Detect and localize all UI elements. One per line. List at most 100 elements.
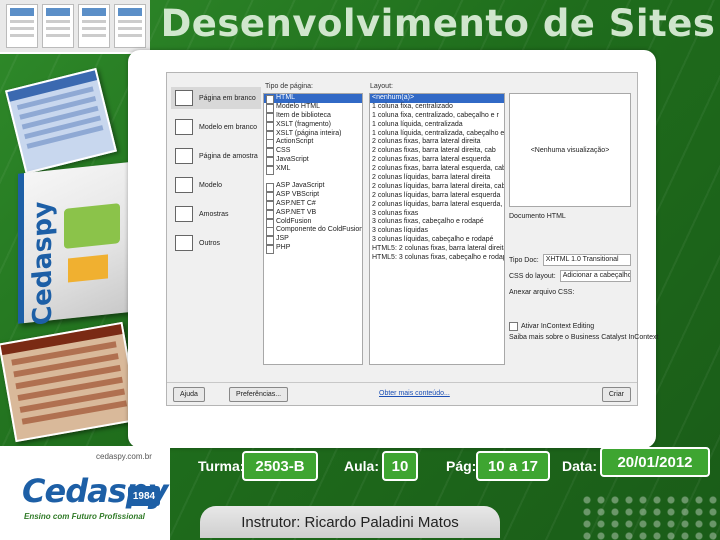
list-item[interactable]: 2 colunas líquidas, barra lateral direit… — [370, 174, 504, 183]
help-button[interactable]: Ajuda — [173, 387, 205, 402]
category-blank-template[interactable]: Modelo em branco — [171, 116, 261, 138]
category-blank-page[interactable]: Página em branco — [171, 87, 261, 109]
thumbnail — [114, 4, 146, 48]
list-item[interactable]: 2 colunas líquidas, barra lateral direit… — [370, 183, 504, 192]
aula-field: 10 — [382, 451, 418, 481]
attach-css-row: Anexar arquivo CSS: — [509, 286, 631, 298]
list-item[interactable]: HTML5: 2 colunas fixas, barra lateral di… — [370, 245, 504, 254]
list-item[interactable]: 3 colunas fixas — [370, 210, 504, 219]
box-illustration — [68, 254, 108, 283]
data-field: 20/01/2012 — [600, 447, 710, 477]
css-layout-row: CSS do layout: Adicionar a cabeçalho — [509, 270, 631, 282]
list-item[interactable]: 3 colunas líquidas, cabeçalho e rodapé — [370, 236, 504, 245]
list-item[interactable]: ASP JavaScript — [264, 182, 362, 192]
document-description: Documento HTML — [509, 213, 566, 220]
website-screenshot-image — [4, 67, 118, 175]
list-item[interactable]: 3 colunas líquidas — [370, 227, 504, 236]
incontext-checkbox[interactable] — [509, 321, 518, 331]
list-item[interactable]: 1 coluna fixa, centralizado — [370, 103, 504, 112]
list-item[interactable]: Componente do ColdFusion — [264, 226, 362, 237]
list-item[interactable]: ActionScript — [264, 138, 362, 149]
list-item[interactable]: CSS — [264, 147, 362, 158]
business-catalyst-link[interactable]: Saiba mais sobre o Business Catalyst InC… — [509, 334, 658, 341]
list-item[interactable]: Item de biblioteca — [264, 112, 362, 122]
list-item[interactable]: 1 coluna líquida, centralizada — [370, 121, 504, 130]
list-item[interactable]: 2 colunas fixas, barra lateral esquerda — [370, 156, 504, 165]
doctype-select[interactable]: XHTML 1.0 Transitional — [542, 254, 631, 266]
category-label: Página em branco — [199, 94, 256, 102]
list-item[interactable]: JSP — [264, 235, 362, 246]
list-item[interactable]: XSLT (página inteira) — [264, 130, 362, 140]
category-template[interactable]: Modelo — [171, 174, 261, 196]
cedaspy-logo: cedaspy.com.br Cedaspy 1984 Ensino com F… — [0, 446, 170, 540]
dialog-footer: Ajuda Preferências... Obter mais conteúd… — [167, 382, 637, 405]
samples-icon — [175, 206, 193, 222]
list-item[interactable]: ASP VBScript — [264, 191, 362, 201]
list-item[interactable]: HTML5: 3 colunas fixas, cabeçalho e roda… — [370, 254, 504, 263]
thumbnail — [42, 4, 74, 48]
css-layout-select[interactable]: Adicionar a cabeçalho — [559, 270, 631, 282]
box-spine-logo: Cedaspy — [28, 199, 58, 327]
list-spacer — [264, 174, 362, 182]
list-item[interactable]: JavaScript — [264, 156, 362, 167]
list-item[interactable]: 2 colunas líquidas, barra lateral esquer… — [370, 192, 504, 201]
pag-field: 10 a 17 — [476, 451, 550, 481]
list-item[interactable]: HTML — [264, 94, 362, 104]
box-illustration — [64, 203, 120, 249]
list-item[interactable]: XSLT (fragmento) — [264, 121, 362, 131]
category-samples[interactable]: Amostras — [171, 203, 261, 225]
category-sample-page[interactable]: Página de amostra — [171, 145, 261, 167]
list-item[interactable]: Modelo HTML — [264, 103, 362, 113]
css-layout-label: CSS do layout: — [509, 272, 556, 280]
list-item[interactable]: 2 colunas líquidas, barra lateral esquer… — [370, 201, 504, 210]
incontext-label: Ativar InContext Editing — [521, 322, 595, 330]
website-screenshot-image — [0, 321, 140, 443]
slide-title: Desenvolvimento de Sites — [160, 2, 716, 45]
category-list: Página em branco Modelo em branco Página… — [171, 87, 261, 261]
more-content-link[interactable]: Obter mais conteúdo... — [379, 390, 450, 397]
preferences-button[interactable]: Preferências... — [229, 387, 289, 402]
list-item[interactable]: PHP — [264, 244, 362, 255]
list-item[interactable]: ColdFusion — [264, 218, 362, 228]
preview-text: <Nenhuma visualização> — [530, 146, 610, 154]
layout-list[interactable]: <nenhum(a)> 1 coluna fixa, centralizado … — [369, 93, 505, 365]
page-type-header: Tipo de página: — [265, 83, 313, 90]
attach-css-label: Anexar arquivo CSS: — [509, 288, 575, 296]
logo-site: cedaspy.com.br — [96, 452, 152, 461]
category-label: Outros — [199, 239, 221, 247]
other-icon — [175, 235, 193, 251]
preview-panel: <Nenhuma visualização> Documento HTML Ti… — [509, 93, 658, 343]
thumbnail-strip — [0, 0, 150, 54]
list-item[interactable]: 1 coluna fixa, centralizado, cabeçalho e… — [370, 112, 504, 121]
doctype-row: Tipo Doc: XHTML 1.0 Transitional — [509, 254, 631, 266]
list-item[interactable]: 2 colunas fixas, barra lateral esquerda,… — [370, 165, 504, 174]
category-label: Amostras — [199, 210, 229, 218]
list-item[interactable]: ASP.NET C# — [264, 200, 362, 210]
turma-field: 2503-B — [242, 451, 318, 481]
grid-icon — [175, 177, 193, 193]
page-icon — [175, 90, 193, 106]
logo-slogan: Ensino com Futuro Profissional — [24, 512, 145, 521]
category-others[interactable]: Outros — [171, 232, 261, 254]
list-item[interactable]: XML — [264, 165, 362, 176]
thumbnail — [6, 4, 38, 48]
list-item[interactable]: <nenhum(a)> — [370, 94, 504, 103]
pag-label: Pág: — [446, 458, 477, 474]
list-item[interactable]: 2 colunas fixas, barra lateral direita — [370, 138, 504, 147]
layout-header: Layout: — [370, 83, 393, 90]
list-item[interactable]: 1 coluna líquida, centralizada, cabeçalh… — [370, 130, 504, 139]
data-label: Data: — [562, 458, 598, 474]
category-label: Modelo em branco — [199, 123, 257, 131]
turma-label: Turma: — [198, 458, 245, 474]
list-item[interactable]: 2 colunas fixas, barra lateral direita, … — [370, 147, 504, 156]
create-button[interactable]: Criar — [601, 387, 631, 402]
incontext-row[interactable]: Ativar InContext Editing — [509, 320, 631, 332]
list-item[interactable]: ASP.NET VB — [264, 209, 362, 219]
doctype-label: Tipo Doc: — [509, 256, 539, 264]
page-type-list[interactable]: HTML Modelo HTML Item de biblioteca XSLT… — [263, 93, 363, 365]
logo-year-badge: 1984 — [128, 486, 160, 506]
sample-page-icon — [175, 148, 193, 164]
aula-label: Aula: — [344, 458, 379, 474]
list-item[interactable]: 3 colunas fixas, cabeçalho e rodapé — [370, 218, 504, 227]
category-label: Página de amostra — [199, 152, 258, 160]
